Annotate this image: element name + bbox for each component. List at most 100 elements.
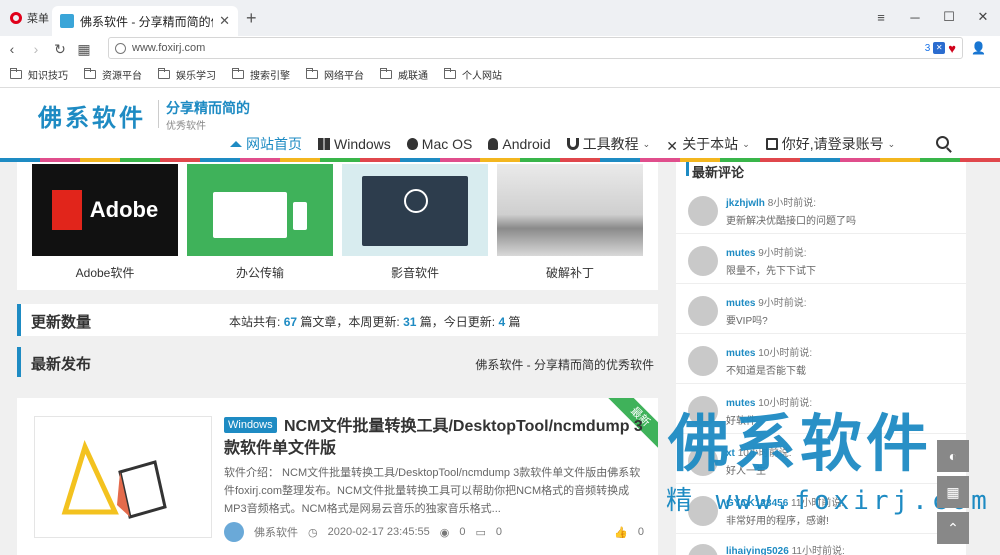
bookmark-label: 娱乐学习: [176, 71, 216, 82]
back-to-top-icon[interactable]: ⌃: [937, 512, 969, 544]
heart-icon[interactable]: ♥: [948, 41, 956, 56]
section-accent-bar: [17, 304, 21, 336]
post-title[interactable]: NCM文件批量转换工具/DesktopTool/ncmdump 3款软件单文件版: [224, 416, 644, 460]
minimize-icon[interactable]: ─: [898, 0, 932, 34]
site-logo[interactable]: 佛系软件: [38, 98, 146, 133]
close-tab-icon[interactable]: ✕: [219, 13, 230, 29]
bookmark-folder[interactable]: 资源平台: [84, 67, 142, 82]
browser-menu-label: 菜单: [27, 13, 49, 25]
category-label[interactable]: 破解补丁: [497, 264, 643, 281]
stats-total: 67: [283, 315, 298, 329]
favicon-icon: [60, 14, 74, 28]
comment-item[interactable]: jkzhjwlh 8小时前说: 更新解决优酷接口的问题了吗: [676, 184, 966, 234]
close-window-icon[interactable]: ✕: [966, 0, 1000, 34]
comment-author: mutes 10小时前说:: [726, 348, 813, 359]
category-badge[interactable]: Windows: [224, 417, 277, 433]
comment-item[interactable]: mutes 9小时前说: 要VIP吗?: [676, 284, 966, 334]
cross-icon: ✕: [666, 138, 678, 154]
post-author[interactable]: 佛系软件: [254, 524, 298, 540]
nav-windows[interactable]: Windows: [318, 136, 391, 152]
nav-label: 工具教程: [582, 136, 639, 152]
id-card-icon: [765, 138, 778, 150]
url-field[interactable]: www.foxirj.com 3 ✕ ♥: [108, 37, 963, 59]
clock-icon: ◷: [308, 526, 318, 539]
comment-item[interactable]: mutes 9小时前说: 限量不，先下下试下: [676, 234, 966, 284]
nav-android[interactable]: Android: [488, 136, 551, 152]
home-icon: [230, 141, 242, 147]
sidebar-title: 最新评论: [692, 165, 745, 180]
nav-tools[interactable]: 工具教程 ⌄: [566, 134, 651, 154]
avatar[interactable]: [224, 522, 244, 542]
section-accent-bar: [17, 347, 21, 377]
tool-icon: [566, 138, 579, 150]
category-grid: Adobe Adobe软件 办公传输 影音软件 破解补丁: [17, 162, 658, 290]
nav-macos[interactable]: Mac OS: [406, 136, 472, 152]
category-label[interactable]: 影音软件: [342, 264, 488, 281]
bookmark-folder[interactable]: 网络平台: [306, 67, 364, 82]
category-adobe-image[interactable]: Adobe: [32, 164, 178, 256]
bookmark-folder[interactable]: 搜索引擎: [232, 67, 290, 82]
folder-icon: [158, 68, 170, 79]
extension-icon[interactable]: ✕: [933, 42, 946, 54]
logo-divider: [158, 100, 159, 128]
reload-icon[interactable]: ↻: [48, 41, 72, 58]
user-icon[interactable]: 👤: [971, 41, 986, 55]
bookmark-folder[interactable]: 娱乐学习: [158, 67, 216, 82]
share-icon[interactable]: ◐: [937, 440, 969, 472]
forward-icon[interactable]: ›: [24, 41, 48, 57]
bookmark-label: 知识技巧: [28, 71, 68, 82]
back-icon[interactable]: ‹: [0, 41, 24, 57]
folder-icon: [444, 68, 456, 79]
bookmark-folder[interactable]: 知识技巧: [10, 67, 68, 82]
nav-home[interactable]: 网站首页: [230, 134, 302, 154]
stats-mid2: 篇，今日更新:: [419, 315, 496, 329]
folder-icon: [84, 68, 96, 79]
post-views: 0: [459, 526, 466, 538]
main-nav: 网站首页 Windows Mac OS Android 工具教程 ⌄ ✕ 关于本站 ⌄…: [230, 134, 895, 154]
browser-menu-button[interactable]: 菜单: [0, 0, 59, 36]
nav-about[interactable]: ✕ 关于本站 ⌄: [666, 134, 750, 154]
post-comments: 0: [495, 526, 503, 538]
tab-menu-icon[interactable]: ≡: [864, 0, 898, 34]
thumbs-up-icon[interactable]: 👍: [614, 526, 628, 539]
stats-prefix: 本站共有:: [229, 315, 281, 329]
category-label[interactable]: Adobe软件: [32, 264, 178, 281]
chevron-down-icon: ⌄: [642, 138, 651, 149]
category-label[interactable]: 办公传输: [187, 264, 333, 281]
post-thumbnail[interactable]: [34, 416, 212, 538]
stats-mid: 篇文章，本周更新:: [300, 315, 400, 329]
adobe-logo-icon: [51, 190, 82, 230]
browser-tab[interactable]: 佛系软件 - 分享精而简的优 ✕: [52, 6, 238, 36]
bookmark-folder[interactable]: 个人网站: [444, 67, 502, 82]
bookmark-folder[interactable]: 威联通: [380, 67, 428, 82]
speed-dial-icon[interactable]: ▦: [72, 41, 96, 58]
nav-login[interactable]: 你好,请登录账号 ⌄: [765, 134, 895, 154]
category-crack-image[interactable]: [497, 164, 643, 256]
comment-item[interactable]: lihaiying5026 11小时前说:: [676, 532, 966, 555]
post-date: 2020-02-17 23:45:55: [327, 526, 430, 538]
nav-label: 网站首页: [246, 136, 302, 152]
phone-icon: [293, 202, 307, 230]
stats-week: 31: [403, 315, 417, 329]
qr-code-icon[interactable]: ▦: [937, 476, 969, 508]
chevron-down-icon: ⌄: [742, 138, 750, 149]
latest-subtitle: 佛系软件 - 分享精而简的优秀软件: [475, 358, 654, 372]
maximize-icon[interactable]: ☐: [932, 0, 966, 34]
comment-item[interactable]: mutes 10小时前说: 不知道是否能下载: [676, 334, 966, 384]
window-controls: ≡ ─ ☐ ✕: [864, 0, 1000, 34]
search-icon[interactable]: [936, 136, 949, 149]
tab-title: 佛系软件 - 分享精而简的优: [80, 14, 214, 29]
watermark-text: 佛系软件: [668, 407, 933, 480]
comment-text: 更新解决优酷接口的问题了吗: [726, 216, 856, 227]
stats-line: 本站共有: 67 篇文章，本周更新: 31 篇，今日更新: 4 篇: [229, 313, 521, 330]
android-icon: [488, 138, 499, 150]
monitor-icon: [213, 192, 287, 238]
category-media-image[interactable]: [342, 164, 488, 256]
section-accent-bar: [686, 162, 689, 176]
new-tab-button[interactable]: +: [246, 8, 257, 29]
comment-text: 不知道是否能下载: [726, 366, 806, 377]
globe-icon: [115, 42, 126, 54]
cube-illustration-icon: [61, 440, 167, 519]
nav-label: 你好,请登录账号: [781, 136, 884, 152]
category-office-image[interactable]: [187, 164, 333, 256]
